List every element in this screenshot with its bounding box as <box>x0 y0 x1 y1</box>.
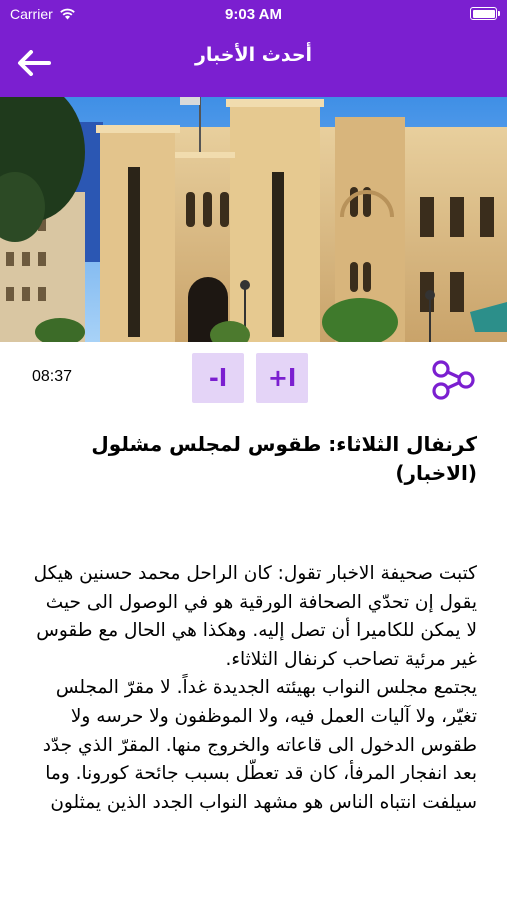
article-toolbar: 08:37 -ا +ا <box>0 342 507 414</box>
status-bar: Carrier 9:03 AM <box>0 0 507 30</box>
battery-icon <box>470 7 500 20</box>
increase-font-button[interactable]: +ا <box>256 353 308 403</box>
share-button[interactable] <box>429 355 477 403</box>
article-time: 08:37 <box>32 368 73 385</box>
parliament-building-photo <box>0 97 507 342</box>
decrease-font-button[interactable]: -ا <box>192 353 244 403</box>
status-time: 9:03 AM <box>225 6 282 23</box>
page-title: أحدث الأخبار <box>194 44 313 66</box>
share-nodes-icon <box>432 360 475 400</box>
article-paragraph: كتبت صحيفة الاخبار تقول: كان الراحل محمد… <box>33 563 477 813</box>
increase-font-label: +ا <box>267 364 297 392</box>
decrease-font-label: -ا <box>208 364 228 392</box>
article-body: كتبت صحيفة الاخبار تقول: كان الراحل محمد… <box>30 560 477 817</box>
navigation-bar: أحدث الأخبار <box>0 30 507 97</box>
article-title: كرنفال الثلاثاء: طقوس لمجلس مشلول (الاخب… <box>91 432 477 485</box>
article-image <box>0 97 507 342</box>
